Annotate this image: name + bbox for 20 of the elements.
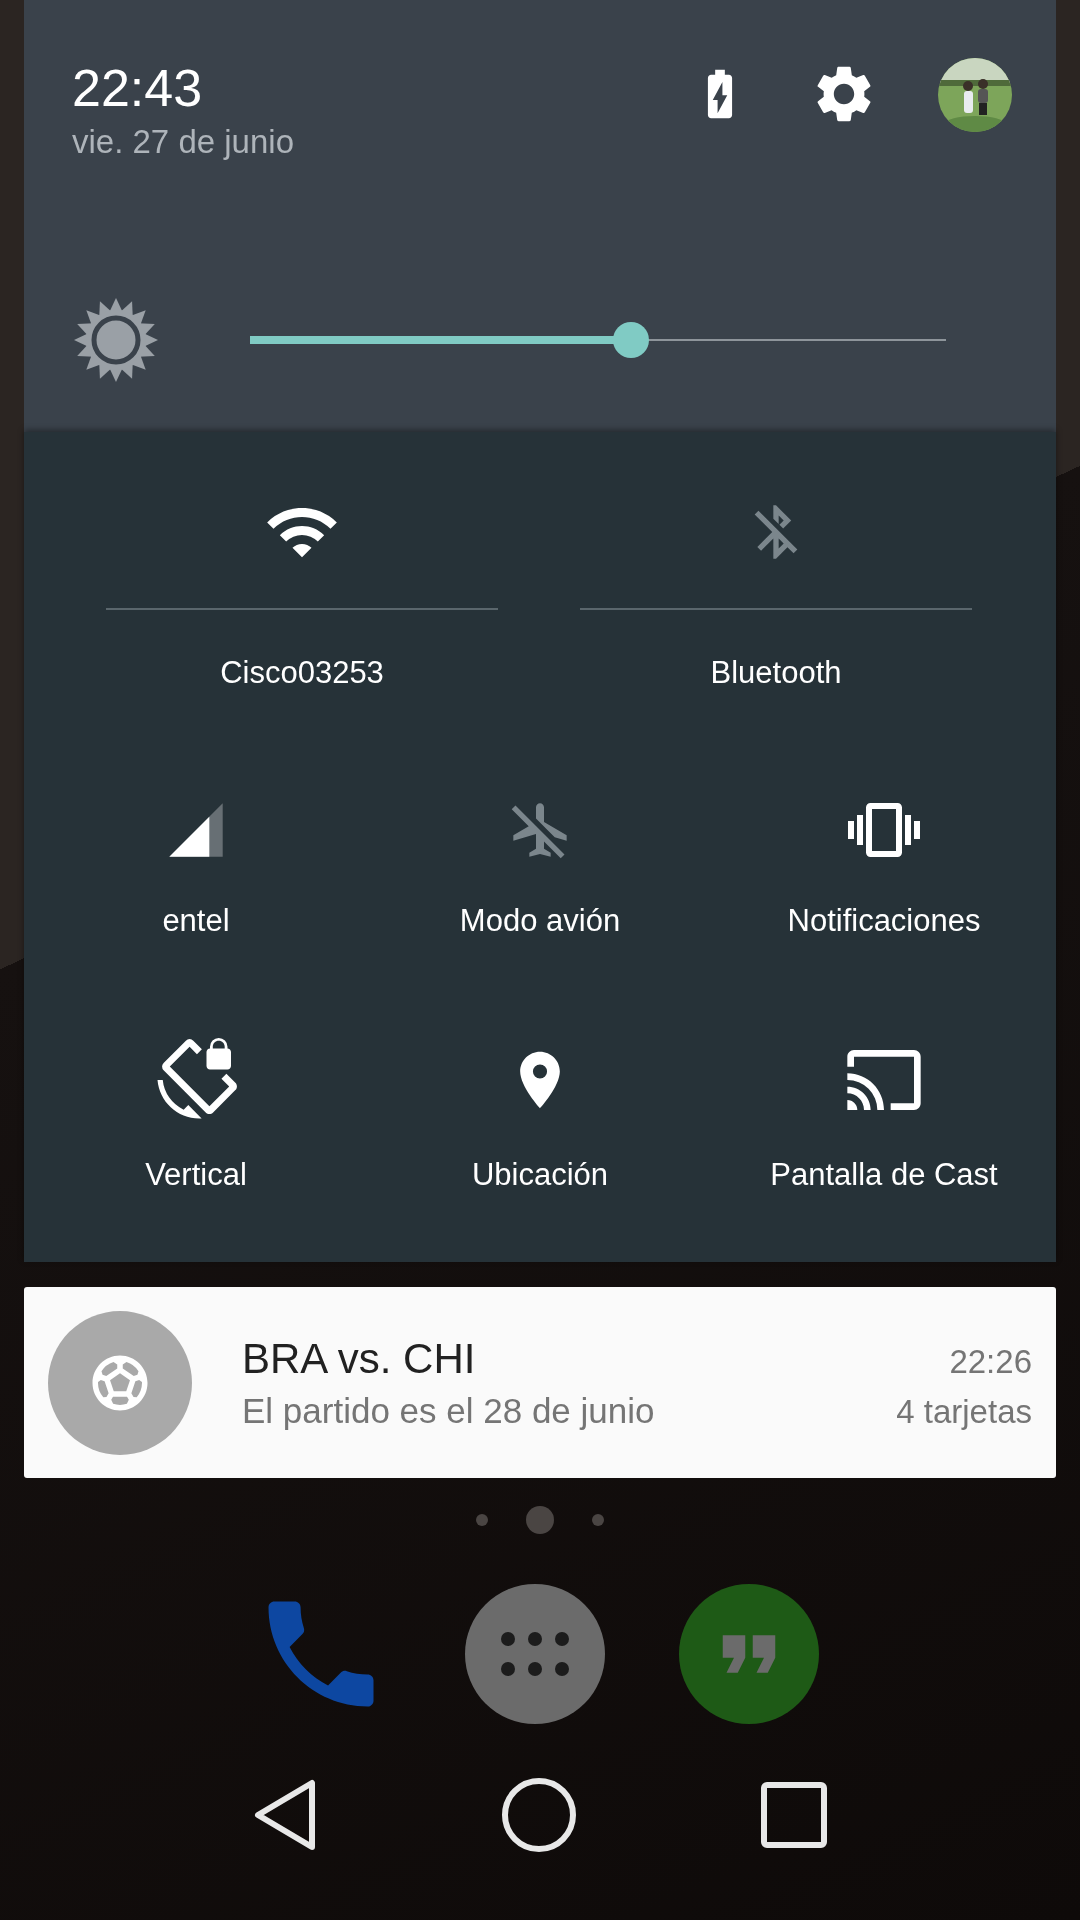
notification-time: 22:26 [949,1342,1032,1381]
notification-text: El partido es el 28 de junio [242,1389,655,1432]
tile-label[interactable]: Modo avión [459,903,621,939]
date-text: vie. 27 de junio [72,122,295,162]
home-icon[interactable] [501,1777,577,1853]
brightness-slider[interactable] [250,322,946,358]
notification-card[interactable]: BRA vs. CHI 22:26 El partido es el 28 de junio 4 tarjetas [24,1287,1056,1478]
tile-label[interactable]: Notificaciones [787,903,981,939]
notification-count: 4 tarjetas [896,1392,1032,1431]
brightness-sun-icon [72,296,160,384]
tile-label[interactable]: Ubicación [471,1157,609,1193]
tile-label[interactable]: entel [162,903,230,939]
tile-label[interactable]: Cisco03253 [220,655,384,691]
slider-thumb[interactable] [613,322,649,358]
recents-icon[interactable] [760,1781,829,1849]
clock-time: 22:43 [72,58,204,118]
notification-title: BRA vs. CHI [242,1333,476,1384]
tile-label[interactable]: Pantalla de Cast [770,1157,998,1193]
tile-label[interactable]: Vertical [145,1157,247,1193]
tile-label[interactable]: Bluetooth [710,655,842,691]
